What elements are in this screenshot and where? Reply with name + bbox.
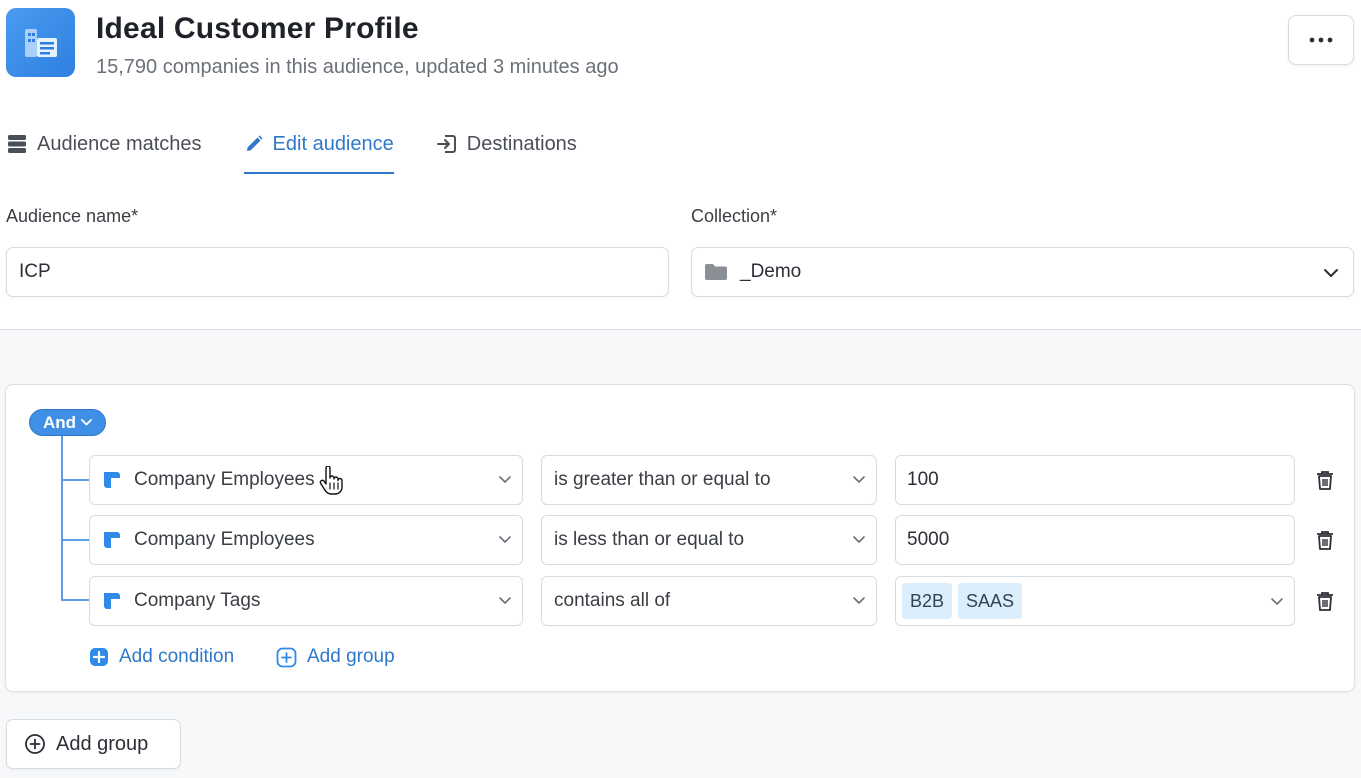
add-group-label: Add group <box>56 732 149 755</box>
add-nested-group-button[interactable]: Add group <box>276 646 395 668</box>
field-type-icon <box>102 470 122 490</box>
comparator-value: contains all of <box>554 590 671 611</box>
add-group-button[interactable]: Add group <box>6 719 181 769</box>
plus-filled-icon <box>90 648 108 666</box>
field-type-icon <box>102 591 122 611</box>
comparator-select[interactable]: is greater than or equal to <box>541 455 877 505</box>
audience-app-icon <box>6 8 75 77</box>
tag-chip[interactable]: B2B <box>902 583 953 619</box>
field-select-value: Company Employees <box>134 529 315 550</box>
chevron-down-icon <box>499 536 511 543</box>
tab-label: Destinations <box>466 132 577 155</box>
export-arrow-icon <box>436 135 456 153</box>
pencil-icon <box>246 135 263 151</box>
add-condition-label: Add condition <box>119 646 235 667</box>
folder-icon <box>705 264 727 280</box>
condition-value-input[interactable]: 100 <box>895 455 1295 505</box>
audience-name-label: Audience name* <box>6 206 139 226</box>
field-select[interactable]: Company Tags <box>89 576 523 626</box>
tab-label: Edit audience <box>272 132 394 155</box>
tree-branch <box>61 539 89 541</box>
comparator-select[interactable]: is less than or equal to <box>541 515 877 565</box>
building-list-icon <box>24 28 57 57</box>
delete-condition-button[interactable] <box>1314 468 1336 492</box>
tab-destinations[interactable]: Destinations <box>436 118 577 170</box>
ellipsis-icon <box>1309 37 1333 43</box>
condition-value: 5000 <box>907 529 950 550</box>
chevron-down-icon <box>853 597 865 604</box>
collection-value: _Demo <box>740 261 802 282</box>
chevron-down-icon <box>853 536 865 543</box>
chevron-down-icon <box>81 419 92 426</box>
field-type-icon <box>102 530 122 550</box>
collection-label: Collection* <box>691 206 778 226</box>
trash-icon <box>1317 530 1333 550</box>
operator-toggle[interactable]: And <box>29 409 106 436</box>
tag-chip[interactable]: SAAS <box>958 583 1023 619</box>
database-icon <box>8 135 26 153</box>
more-options-button[interactable] <box>1288 15 1354 65</box>
trash-icon <box>1317 470 1333 490</box>
chevron-down-icon <box>499 597 511 604</box>
plus-outline-icon <box>276 647 297 667</box>
add-condition-button[interactable]: Add condition <box>89 646 234 668</box>
delete-condition-button[interactable] <box>1314 528 1336 552</box>
tree-branch <box>61 479 89 481</box>
tag-multiselect[interactable]: B2B SAAS <box>895 576 1295 626</box>
tab-label: Audience matches <box>37 132 202 155</box>
field-select[interactable]: Company Employees <box>89 515 523 565</box>
add-group-label: Add group <box>307 646 395 667</box>
trash-icon <box>1317 591 1333 611</box>
audience-name-input[interactable]: ICP <box>6 247 669 297</box>
audience-summary: 15,790 companies in this audience, updat… <box>96 56 619 78</box>
field-select[interactable]: Company Employees <box>89 455 523 505</box>
tab-audience-matches[interactable]: Audience matches <box>6 118 202 170</box>
audience-name-value: ICP <box>19 261 51 282</box>
tab-edit-audience[interactable]: Edit audience <box>243 118 394 174</box>
field-select-value: Company Tags <box>134 590 261 611</box>
collection-select[interactable]: _Demo <box>691 247 1354 297</box>
field-select-value: Company Employees <box>134 469 315 490</box>
tree-connector <box>61 436 63 601</box>
condition-value: 100 <box>907 469 939 490</box>
hand-pointer-cursor-icon <box>318 465 344 501</box>
delete-condition-button[interactable] <box>1314 589 1336 613</box>
comparator-value: is greater than or equal to <box>554 469 771 490</box>
comparator-select[interactable]: contains all of <box>541 576 877 626</box>
chevron-down-icon <box>499 476 511 483</box>
operator-label: And <box>42 412 77 432</box>
tree-branch <box>61 599 89 601</box>
page-title: Ideal Customer Profile <box>96 12 419 45</box>
plus-circle-icon <box>25 734 45 754</box>
chevron-down-icon <box>1271 598 1283 605</box>
chevron-down-icon <box>1324 269 1338 277</box>
condition-value-input[interactable]: 5000 <box>895 515 1295 565</box>
comparator-value: is less than or equal to <box>554 529 745 550</box>
chevron-down-icon <box>853 476 865 483</box>
tab-bar: Audience matches Edit audience Destinati… <box>6 118 577 176</box>
